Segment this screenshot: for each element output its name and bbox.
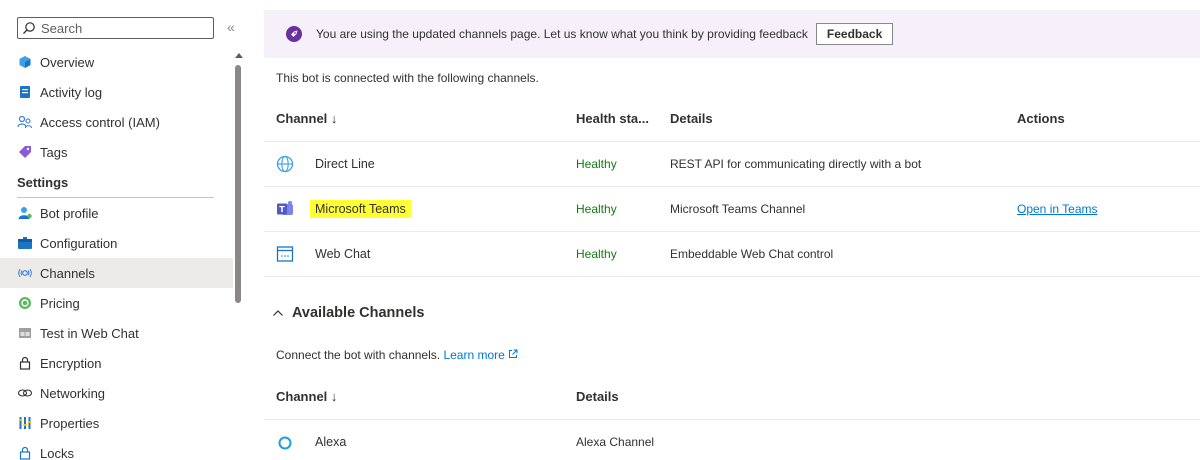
connected-channels-table: Channel ↓ Health sta... Details Actions …: [264, 97, 1200, 277]
feedback-banner: You are using the updated channels page.…: [264, 10, 1200, 58]
sidebar-item-label: Encryption: [40, 355, 102, 371]
sidebar: Search « Overview Activity log Access co…: [0, 0, 248, 460]
sidebar-item-label: Overview: [40, 54, 95, 70]
properties-icon: [17, 415, 33, 431]
scroll-thumb[interactable]: [235, 65, 241, 303]
alexa-icon: [276, 433, 294, 451]
test-web-chat-icon: [17, 325, 33, 341]
feedback-button[interactable]: Feedback: [815, 23, 894, 45]
channels-icon: [17, 265, 33, 281]
sidebar-item-activity-log[interactable]: Activity log: [0, 77, 233, 107]
sidebar-item-channels[interactable]: Channels: [0, 258, 233, 288]
access-control-icon: [17, 114, 33, 130]
sidebar-item-bot-profile[interactable]: Bot profile: [0, 198, 233, 228]
channel-name: Web Chat: [315, 246, 371, 261]
sidebar-item-label: Pricing: [40, 295, 80, 311]
channel-details: Microsoft Teams Channel: [670, 201, 806, 216]
sidebar-item-encryption[interactable]: Encryption: [0, 348, 233, 378]
sidebar-item-configuration[interactable]: Configuration: [0, 228, 233, 258]
sidebar-nav: Overview Activity log Access control (IA…: [0, 47, 233, 460]
sidebar-item-label: Bot profile: [40, 205, 99, 221]
sidebar-item-label: Channels: [40, 265, 95, 281]
available-channels-heading: Available Channels: [292, 305, 425, 321]
external-link-icon: [509, 349, 518, 358]
settings-section-header: Settings: [17, 174, 69, 190]
search-row: Search «: [17, 17, 247, 39]
column-header-details: Details: [564, 375, 1200, 420]
sidebar-item-locks[interactable]: Locks: [0, 438, 233, 460]
channel-details: REST API for communicating directly with…: [670, 156, 922, 171]
chevron-up-icon: [272, 307, 284, 319]
connect-text: Connect the bot with channels.: [276, 348, 441, 362]
available-channels-table: Channel ↓ Details Alexa Alexa Channel: [264, 375, 1200, 460]
channel-details: Embeddable Web Chat control: [670, 246, 834, 261]
sidebar-item-properties[interactable]: Properties: [0, 408, 233, 438]
channel-name: Alexa: [315, 434, 347, 449]
open-in-teams-link[interactable]: Open in Teams: [1017, 202, 1098, 216]
table-row[interactable]: Alexa Alexa Channel: [264, 419, 1200, 460]
bot-profile-icon: [17, 205, 33, 221]
sidebar-scrollbar[interactable]: [233, 50, 243, 460]
health-status: Healthy: [576, 156, 617, 171]
sidebar-item-test-in-web-chat[interactable]: Test in Web Chat: [0, 318, 233, 348]
collapse-sidebar-button[interactable]: «: [227, 19, 235, 35]
channel-details: Alexa Channel: [576, 434, 655, 449]
table-row[interactable]: T Microsoft Teams Healthy Microsoft Team…: [264, 186, 1200, 232]
column-header-details[interactable]: Details: [658, 97, 1005, 142]
sidebar-item-access-control[interactable]: Access control (IAM): [0, 107, 233, 137]
health-status: Healthy: [576, 201, 617, 216]
search-input[interactable]: Search: [17, 17, 214, 39]
sidebar-item-label: Access control (IAM): [40, 114, 160, 130]
sidebar-item-label: Properties: [40, 415, 100, 431]
globe-icon: [276, 155, 294, 173]
rocket-icon: [286, 26, 302, 42]
table-row[interactable]: Web Chat Healthy Embeddable Web Chat con…: [264, 231, 1200, 277]
table-header-row: Channel ↓ Health sta... Details Actions: [264, 97, 1200, 142]
networking-icon: [17, 385, 33, 401]
banner-text: You are using the updated channels page.…: [316, 27, 808, 41]
search-placeholder: Search: [41, 20, 83, 36]
sidebar-item-overview[interactable]: Overview: [0, 47, 233, 77]
tag-icon: [17, 144, 33, 160]
connected-intro-text: This bot is connected with the following…: [276, 71, 539, 85]
health-status: Healthy: [576, 246, 617, 261]
configuration-icon: [17, 235, 33, 251]
table-header-row: Channel ↓ Details: [264, 375, 1200, 420]
column-header-channel[interactable]: Channel ↓: [264, 375, 564, 420]
sidebar-item-networking[interactable]: Networking: [0, 378, 233, 408]
sidebar-item-label: Test in Web Chat: [40, 325, 139, 341]
available-channels-toggle[interactable]: Available Channels: [272, 305, 424, 321]
main-content: You are using the updated channels page.…: [262, 0, 1200, 460]
learn-more-link[interactable]: Learn more: [443, 348, 518, 362]
column-header-health-status[interactable]: Health sta...: [564, 97, 658, 142]
sidebar-item-label: Locks: [40, 445, 74, 460]
sidebar-item-tags[interactable]: Tags: [0, 137, 233, 167]
table-row[interactable]: Direct Line Healthy REST API for communi…: [264, 141, 1200, 187]
lock-icon: [17, 355, 33, 371]
sidebar-item-label: Networking: [40, 385, 106, 401]
channel-name: Direct Line: [315, 156, 375, 171]
overview-icon: [17, 54, 33, 70]
sidebar-item-label: Tags: [40, 144, 68, 160]
teams-icon: T: [276, 200, 294, 218]
column-header-channel[interactable]: Channel ↓: [264, 97, 564, 142]
sidebar-item-label: Activity log: [40, 84, 103, 100]
channel-name: Microsoft Teams: [310, 199, 411, 218]
pricing-icon: [17, 295, 33, 311]
scroll-up-arrow[interactable]: [235, 53, 243, 58]
search-icon: [22, 21, 36, 35]
lock-icon: [17, 445, 33, 460]
sidebar-item-pricing[interactable]: Pricing: [0, 288, 233, 318]
svg-text:T: T: [279, 205, 285, 214]
web-chat-icon: [276, 245, 294, 263]
column-header-actions: Actions: [1005, 97, 1200, 142]
activity-log-icon: [17, 84, 33, 100]
connect-text-row: Connect the bot with channels. Learn mor…: [276, 348, 518, 362]
sidebar-item-label: Configuration: [40, 235, 118, 251]
